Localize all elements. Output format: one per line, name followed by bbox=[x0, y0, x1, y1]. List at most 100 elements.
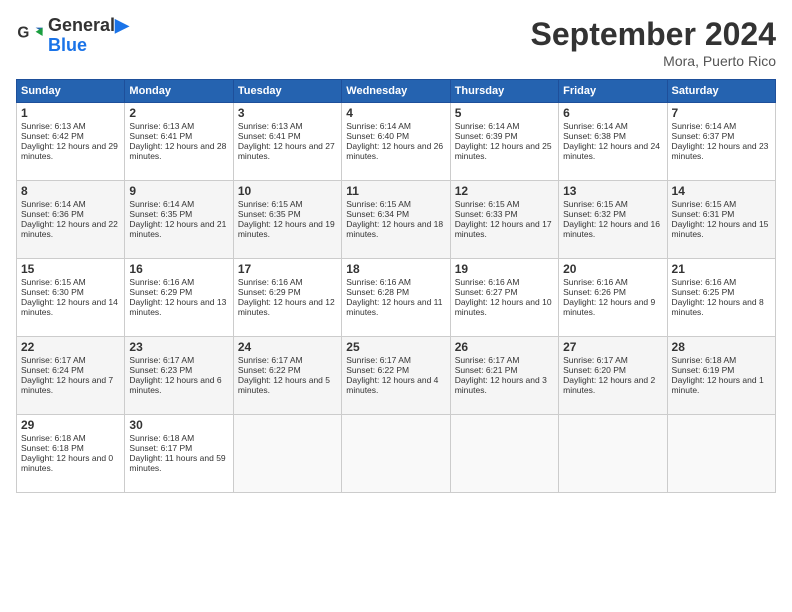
sunrise: Sunrise: 6:14 AM bbox=[129, 199, 194, 209]
sunset: Sunset: 6:37 PM bbox=[672, 131, 735, 141]
sunrise: Sunrise: 6:16 AM bbox=[346, 277, 411, 287]
table-row: 6Sunrise: 6:14 AMSunset: 6:38 PMDaylight… bbox=[559, 103, 667, 181]
day-number: 21 bbox=[672, 262, 771, 276]
sunset: Sunset: 6:41 PM bbox=[129, 131, 192, 141]
day-number: 25 bbox=[346, 340, 445, 354]
table-row: 21Sunrise: 6:16 AMSunset: 6:25 PMDayligh… bbox=[667, 259, 775, 337]
day-number: 14 bbox=[672, 184, 771, 198]
col-friday: Friday bbox=[559, 80, 667, 103]
table-row bbox=[233, 415, 341, 493]
table-row: 18Sunrise: 6:16 AMSunset: 6:28 PMDayligh… bbox=[342, 259, 450, 337]
title-block: September 2024 Mora, Puerto Rico bbox=[531, 16, 776, 69]
sunset: Sunset: 6:18 PM bbox=[21, 443, 84, 453]
sunset: Sunset: 6:29 PM bbox=[129, 287, 192, 297]
day-number: 30 bbox=[129, 418, 228, 432]
sunset: Sunset: 6:31 PM bbox=[672, 209, 735, 219]
sunset: Sunset: 6:30 PM bbox=[21, 287, 84, 297]
sunrise: Sunrise: 6:14 AM bbox=[455, 121, 520, 131]
col-tuesday: Tuesday bbox=[233, 80, 341, 103]
daylight: Daylight: 12 hours and 24 minutes. bbox=[563, 141, 660, 161]
table-row: 4Sunrise: 6:14 AMSunset: 6:40 PMDaylight… bbox=[342, 103, 450, 181]
daylight: Daylight: 12 hours and 14 minutes. bbox=[21, 297, 118, 317]
sunrise: Sunrise: 6:17 AM bbox=[563, 355, 628, 365]
week-row-5: 29Sunrise: 6:18 AMSunset: 6:18 PMDayligh… bbox=[17, 415, 776, 493]
day-number: 26 bbox=[455, 340, 554, 354]
day-number: 5 bbox=[455, 106, 554, 120]
sunset: Sunset: 6:23 PM bbox=[129, 365, 192, 375]
day-number: 12 bbox=[455, 184, 554, 198]
sunset: Sunset: 6:28 PM bbox=[346, 287, 409, 297]
daylight: Daylight: 12 hours and 19 minutes. bbox=[238, 219, 335, 239]
week-row-2: 8Sunrise: 6:14 AMSunset: 6:36 PMDaylight… bbox=[17, 181, 776, 259]
col-saturday: Saturday bbox=[667, 80, 775, 103]
sunrise: Sunrise: 6:14 AM bbox=[346, 121, 411, 131]
daylight: Daylight: 12 hours and 22 minutes. bbox=[21, 219, 118, 239]
day-number: 22 bbox=[21, 340, 120, 354]
daylight: Daylight: 12 hours and 12 minutes. bbox=[238, 297, 335, 317]
sunset: Sunset: 6:42 PM bbox=[21, 131, 84, 141]
daylight: Daylight: 12 hours and 26 minutes. bbox=[346, 141, 443, 161]
table-row: 25Sunrise: 6:17 AMSunset: 6:22 PMDayligh… bbox=[342, 337, 450, 415]
table-row: 16Sunrise: 6:16 AMSunset: 6:29 PMDayligh… bbox=[125, 259, 233, 337]
logo-icon: G bbox=[16, 22, 44, 50]
logo-text: General▶ Blue bbox=[48, 16, 129, 56]
daylight: Daylight: 12 hours and 18 minutes. bbox=[346, 219, 443, 239]
table-row: 14Sunrise: 6:15 AMSunset: 6:31 PMDayligh… bbox=[667, 181, 775, 259]
sunrise: Sunrise: 6:16 AM bbox=[563, 277, 628, 287]
sunrise: Sunrise: 6:16 AM bbox=[129, 277, 194, 287]
sunset: Sunset: 6:38 PM bbox=[563, 131, 626, 141]
daylight: Daylight: 12 hours and 13 minutes. bbox=[129, 297, 226, 317]
col-wednesday: Wednesday bbox=[342, 80, 450, 103]
daylight: Daylight: 11 hours and 59 minutes. bbox=[129, 453, 225, 473]
sunrise: Sunrise: 6:18 AM bbox=[129, 433, 194, 443]
table-row bbox=[559, 415, 667, 493]
table-row: 10Sunrise: 6:15 AMSunset: 6:35 PMDayligh… bbox=[233, 181, 341, 259]
daylight: Daylight: 12 hours and 28 minutes. bbox=[129, 141, 226, 161]
sunset: Sunset: 6:27 PM bbox=[455, 287, 518, 297]
day-number: 9 bbox=[129, 184, 228, 198]
sunrise: Sunrise: 6:14 AM bbox=[21, 199, 86, 209]
daylight: Daylight: 12 hours and 6 minutes. bbox=[129, 375, 221, 395]
sunset: Sunset: 6:25 PM bbox=[672, 287, 735, 297]
sunset: Sunset: 6:36 PM bbox=[21, 209, 84, 219]
daylight: Daylight: 12 hours and 9 minutes. bbox=[563, 297, 655, 317]
day-number: 2 bbox=[129, 106, 228, 120]
daylight: Daylight: 12 hours and 27 minutes. bbox=[238, 141, 335, 161]
table-row: 3Sunrise: 6:13 AMSunset: 6:41 PMDaylight… bbox=[233, 103, 341, 181]
day-number: 1 bbox=[21, 106, 120, 120]
daylight: Daylight: 12 hours and 8 minutes. bbox=[672, 297, 764, 317]
calendar-table: Sunday Monday Tuesday Wednesday Thursday… bbox=[16, 79, 776, 493]
sunrise: Sunrise: 6:18 AM bbox=[672, 355, 737, 365]
sunset: Sunset: 6:20 PM bbox=[563, 365, 626, 375]
location: Mora, Puerto Rico bbox=[531, 53, 776, 69]
sunrise: Sunrise: 6:17 AM bbox=[346, 355, 411, 365]
sunset: Sunset: 6:39 PM bbox=[455, 131, 518, 141]
sunrise: Sunrise: 6:17 AM bbox=[129, 355, 194, 365]
page: G General▶ Blue September 2024 Mora, Pue… bbox=[0, 0, 792, 612]
daylight: Daylight: 12 hours and 4 minutes. bbox=[346, 375, 438, 395]
table-row: 9Sunrise: 6:14 AMSunset: 6:35 PMDaylight… bbox=[125, 181, 233, 259]
sunrise: Sunrise: 6:15 AM bbox=[346, 199, 411, 209]
sunrise: Sunrise: 6:16 AM bbox=[672, 277, 737, 287]
table-row: 15Sunrise: 6:15 AMSunset: 6:30 PMDayligh… bbox=[17, 259, 125, 337]
sunrise: Sunrise: 6:18 AM bbox=[21, 433, 86, 443]
table-row: 23Sunrise: 6:17 AMSunset: 6:23 PMDayligh… bbox=[125, 337, 233, 415]
daylight: Daylight: 12 hours and 3 minutes. bbox=[455, 375, 547, 395]
week-row-4: 22Sunrise: 6:17 AMSunset: 6:24 PMDayligh… bbox=[17, 337, 776, 415]
day-number: 15 bbox=[21, 262, 120, 276]
daylight: Daylight: 12 hours and 0 minutes. bbox=[21, 453, 113, 473]
sunset: Sunset: 6:17 PM bbox=[129, 443, 192, 453]
table-row: 28Sunrise: 6:18 AMSunset: 6:19 PMDayligh… bbox=[667, 337, 775, 415]
table-row: 26Sunrise: 6:17 AMSunset: 6:21 PMDayligh… bbox=[450, 337, 558, 415]
day-number: 4 bbox=[346, 106, 445, 120]
week-row-1: 1 Sunrise: 6:13 AM Sunset: 6:42 PM Daylight… bbox=[17, 103, 776, 181]
table-row: 5Sunrise: 6:14 AMSunset: 6:39 PMDaylight… bbox=[450, 103, 558, 181]
daylight: Daylight: 12 hours and 15 minutes. bbox=[672, 219, 769, 239]
sunrise: Sunrise: 6:13 AM bbox=[129, 121, 194, 131]
sunrise: Sunrise: 6:15 AM bbox=[238, 199, 303, 209]
daylight: Daylight: 12 hours and 7 minutes. bbox=[21, 375, 113, 395]
daylight: Daylight: 12 hours and 17 minutes. bbox=[455, 219, 552, 239]
month-title: September 2024 bbox=[531, 16, 776, 53]
sunrise: Sunrise: 6:16 AM bbox=[238, 277, 303, 287]
sunrise: Sunrise: 6:14 AM bbox=[563, 121, 628, 131]
